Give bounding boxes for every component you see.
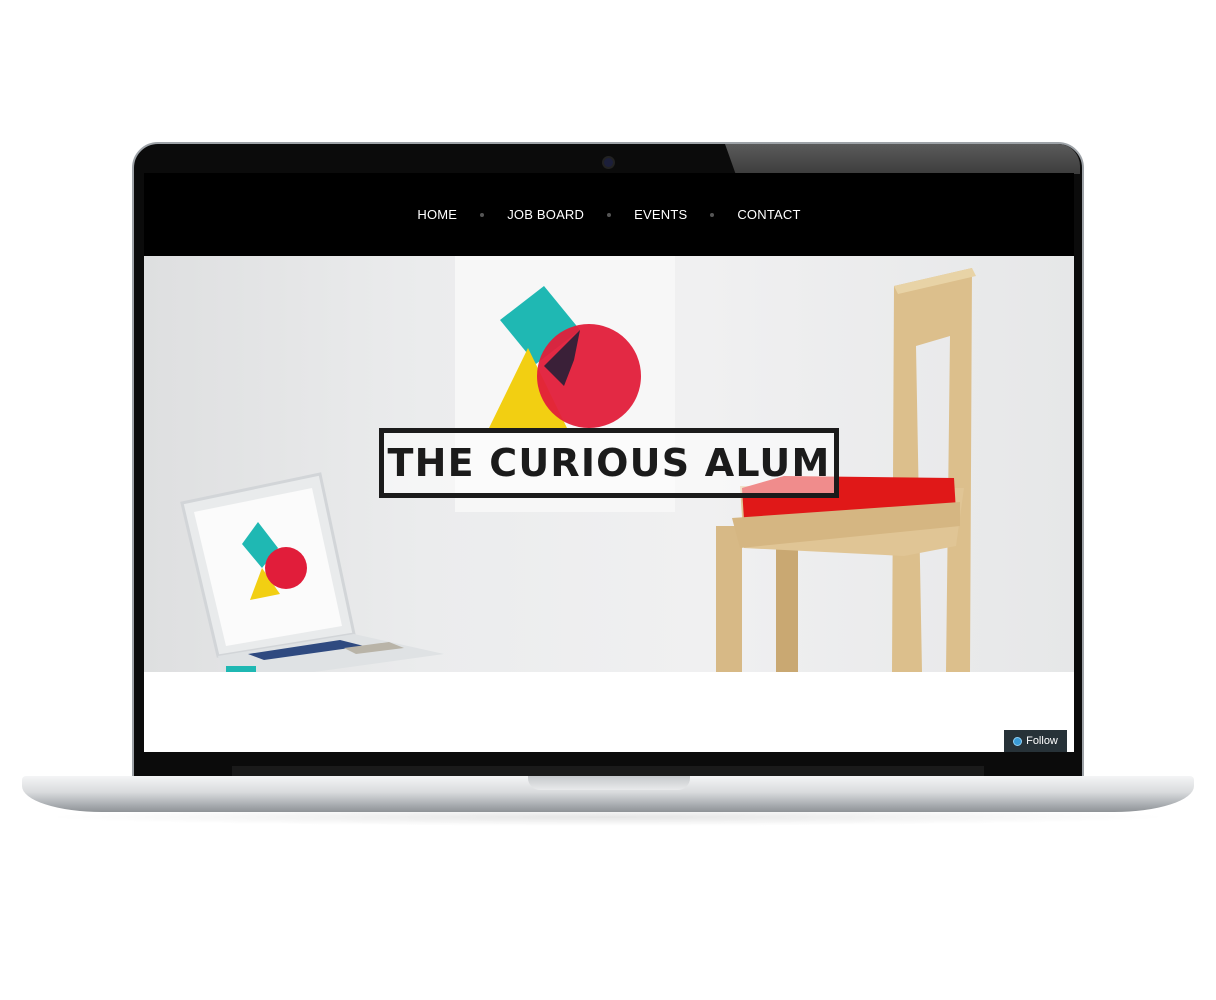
nav-item-job-board[interactable]: JOB BOARD	[507, 207, 584, 222]
nav-item-home[interactable]: HOME	[417, 207, 457, 222]
nav-item-events[interactable]: EVENTS	[634, 207, 687, 222]
webcam-icon	[604, 158, 613, 167]
follow-label: Follow	[1026, 735, 1058, 747]
nav-separator	[480, 212, 485, 217]
nav-separator	[710, 212, 715, 217]
main-nav: HOME JOB BOARD EVENTS CONTACT	[144, 173, 1074, 256]
hero-banner: THE CURIOUS ALUM	[144, 256, 1074, 672]
follow-button[interactable]: Follow	[1004, 730, 1067, 752]
small-laptop	[180, 472, 444, 672]
screen: HOME JOB BOARD EVENTS CONTACT THE CURIOU…	[144, 173, 1074, 752]
site-title-box: THE CURIOUS ALUM	[379, 428, 839, 498]
laptop-hinge	[232, 766, 984, 776]
lid-glare	[725, 144, 1080, 174]
nav-item-contact[interactable]: CONTACT	[737, 207, 800, 222]
laptop-notch	[528, 776, 690, 790]
follow-icon	[1013, 736, 1023, 746]
nav-separator	[607, 212, 612, 217]
site-title: THE CURIOUS ALUM	[387, 441, 831, 485]
